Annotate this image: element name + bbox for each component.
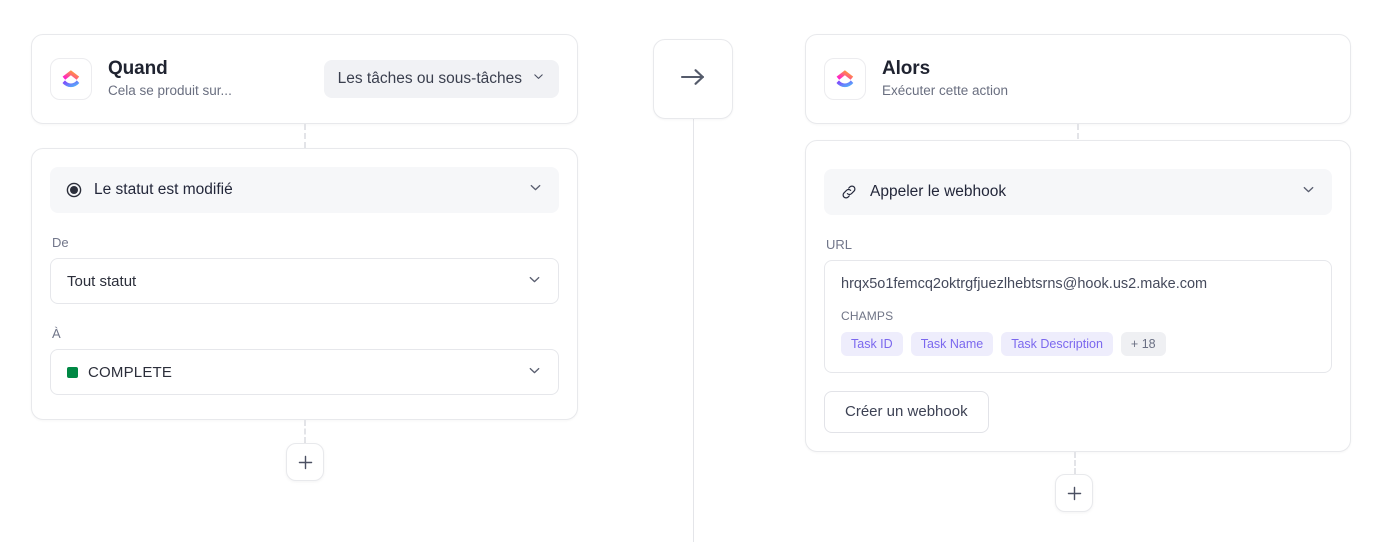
trigger-to-label: À xyxy=(52,326,61,341)
action-subtitle: Exécuter cette action xyxy=(882,83,1009,99)
trigger-connector xyxy=(304,124,306,148)
trigger-from-select[interactable]: Tout statut xyxy=(50,258,559,304)
clickup-logo-icon xyxy=(824,58,866,100)
chevron-down-icon xyxy=(532,70,545,88)
trigger-scope-dropdown[interactable]: Les tâches ou sous-tâches xyxy=(323,60,559,98)
flow-arrow-button[interactable] xyxy=(653,39,733,119)
trigger-from-label: De xyxy=(52,235,69,250)
trigger-body-card: Le statut est modifié De Tout statut À C… xyxy=(31,148,578,420)
action-body-card: Appeler le webhook URL hrqx5o1femcq2oktr… xyxy=(805,140,1351,452)
action-fields-tags: Task ID Task Name Task Description + 18 xyxy=(841,331,1315,356)
chevron-down-icon xyxy=(1301,182,1316,202)
field-tag[interactable]: Task Description xyxy=(1001,331,1113,356)
trigger-add-connector xyxy=(304,420,306,443)
create-webhook-button[interactable]: Créer un webhook xyxy=(824,390,989,433)
trigger-condition-select[interactable]: Le statut est modifié xyxy=(50,167,559,213)
arrow-right-icon xyxy=(678,66,708,93)
status-color-swatch xyxy=(67,366,78,378)
chevron-down-icon xyxy=(527,363,542,382)
action-url-box[interactable]: hrqx5o1femcq2oktrgfjuezlhebtsrns@hook.us… xyxy=(824,260,1332,373)
trigger-subtitle: Cela se produit sur... xyxy=(108,83,232,99)
link-icon xyxy=(840,183,858,201)
action-type-select[interactable]: Appeler le webhook xyxy=(824,169,1332,215)
clickup-logo-icon xyxy=(50,58,92,100)
plus-icon xyxy=(1066,485,1083,502)
field-tag[interactable]: Task ID xyxy=(841,331,903,356)
trigger-scope-label: Les tâches ou sous-tâches xyxy=(337,70,522,87)
action-title: Alors xyxy=(882,57,931,79)
trigger-header-card: Quand Cela se produit sur... Les tâches … xyxy=(31,34,578,124)
field-tag[interactable]: Task Name xyxy=(910,331,994,356)
plus-icon xyxy=(297,454,314,471)
action-add-step-button[interactable] xyxy=(1055,474,1093,512)
chevron-down-icon xyxy=(527,272,542,291)
action-url-value: hrqx5o1femcq2oktrgfjuezlhebtsrns@hook.us… xyxy=(841,276,1208,292)
trigger-to-value: COMPLETE xyxy=(88,363,173,381)
trigger-condition-label: Le statut est modifié xyxy=(94,181,233,198)
chevron-down-icon xyxy=(528,180,543,200)
action-header-card: Alors Exécuter cette action xyxy=(805,34,1351,124)
trigger-to-select[interactable]: COMPLETE xyxy=(50,349,559,395)
field-tag-more[interactable]: + 18 xyxy=(1120,331,1166,356)
action-fields-label: CHAMPS xyxy=(841,308,894,323)
action-type-label: Appeler le webhook xyxy=(870,183,1007,200)
trigger-add-step-button[interactable] xyxy=(286,443,324,481)
action-url-label: URL xyxy=(826,237,853,252)
trigger-from-value: Tout statut xyxy=(67,272,137,290)
status-radio-icon xyxy=(66,182,82,198)
flow-vertical-line xyxy=(693,118,694,542)
action-add-connector xyxy=(1074,452,1076,474)
trigger-title: Quand xyxy=(108,57,168,79)
